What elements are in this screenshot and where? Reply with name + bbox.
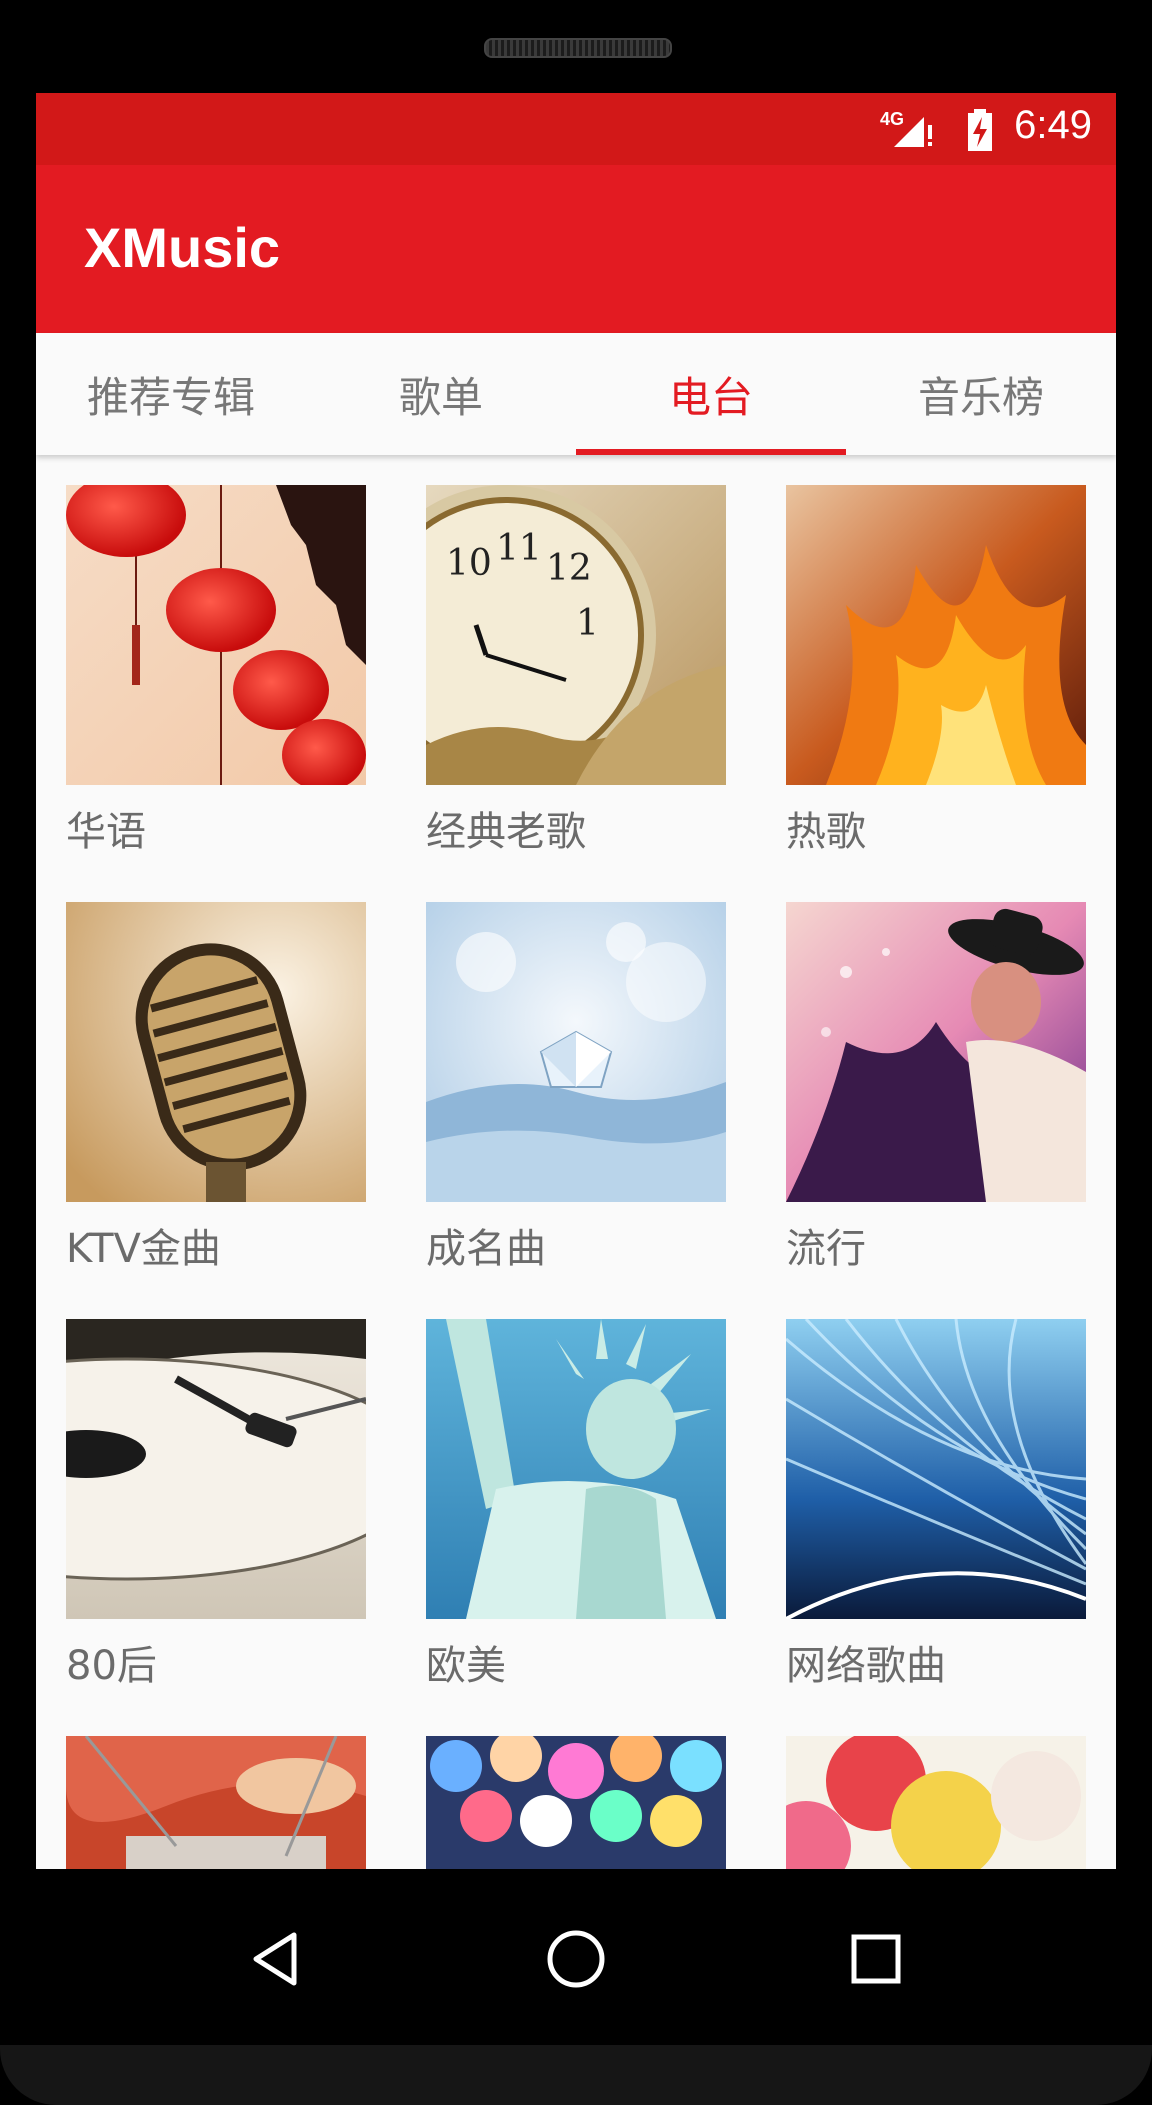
- tab-recommended-albums[interactable]: 推荐专辑: [36, 333, 306, 455]
- radio-card-internet-songs[interactable]: 网络歌曲: [786, 1319, 1086, 1719]
- card-label: 网络歌曲: [786, 1643, 946, 1689]
- app-title: XMusic: [84, 216, 281, 279]
- svg-text:11: 11: [496, 528, 542, 569]
- card-label: 成名曲: [426, 1226, 546, 1272]
- card-label: 流行: [786, 1226, 866, 1272]
- radio-card-bokeh[interactable]: [426, 1736, 726, 1869]
- radio-card-ktv-hits[interactable]: KTV金曲: [66, 902, 366, 1302]
- radio-card-balloons[interactable]: [786, 1736, 1086, 1869]
- svg-text:1: 1: [576, 603, 599, 644]
- battery-charging-icon: [956, 107, 1006, 153]
- phone-frame: 4G 6:49 XMusic 推荐专辑 歌单 电台 音乐榜 华语 10 11 1…: [0, 0, 1152, 2105]
- radio-card-chinese[interactable]: 华语: [66, 485, 366, 885]
- system-navigation-bar: [0, 1869, 1152, 2045]
- cover-turntable: [66, 1319, 366, 1619]
- app-bar: XMusic: [36, 165, 1116, 333]
- radio-card-graffiti[interactable]: [66, 1736, 366, 1869]
- app-screen: 4G 6:49 XMusic 推荐专辑 歌单 电台 音乐榜 华语 10 11 1…: [36, 93, 1116, 1869]
- cover-pocket-watch: 10 11 12 1: [426, 485, 726, 785]
- cover-diamond: [426, 902, 726, 1202]
- recents-icon[interactable]: [826, 1909, 926, 2009]
- network-type-label: 4G: [880, 109, 905, 129]
- card-label: 热歌: [786, 809, 866, 855]
- card-label: 华语: [66, 809, 146, 855]
- radio-card-pop[interactable]: 流行: [786, 902, 1086, 1302]
- signal-icon: 4G: [880, 109, 940, 151]
- svg-text:12: 12: [546, 548, 592, 589]
- tab-radio[interactable]: 电台: [576, 333, 846, 455]
- device-bottom-bezel: [0, 2045, 1152, 2105]
- radio-card-signature-songs[interactable]: 成名曲: [426, 902, 726, 1302]
- card-label: 经典老歌: [426, 809, 586, 855]
- tab-indicator: [576, 449, 846, 455]
- cover-balloons: [786, 1736, 1086, 1869]
- tab-bar: 推荐专辑 歌单 电台 音乐榜: [36, 333, 1116, 455]
- home-icon[interactable]: [526, 1909, 626, 2009]
- earpiece-speaker: [484, 38, 672, 58]
- radio-card-hot-songs[interactable]: 热歌: [786, 485, 1086, 885]
- card-label: 80后: [66, 1643, 157, 1689]
- radio-card-post-80s[interactable]: 80后: [66, 1319, 366, 1719]
- back-icon[interactable]: [226, 1909, 326, 2009]
- radio-category-grid: 华语 10 11 12 1 经典老歌 热歌 KTV金曲 成名曲 流行 80后 欧…: [36, 455, 1116, 1869]
- radio-card-western[interactable]: 欧美: [426, 1319, 726, 1719]
- cover-microphone: [66, 902, 366, 1202]
- card-label: KTV金曲: [66, 1226, 221, 1272]
- cover-bokeh-lights: [426, 1736, 726, 1869]
- tab-playlists[interactable]: 歌单: [306, 333, 576, 455]
- status-bar: 4G 6:49: [36, 93, 1116, 165]
- cover-graffiti: [66, 1736, 366, 1869]
- card-label: 欧美: [426, 1643, 506, 1689]
- cover-red-lanterns: [66, 485, 366, 785]
- cover-fire: [786, 485, 1086, 785]
- tab-charts[interactable]: 音乐榜: [846, 333, 1116, 455]
- cover-dancer: [786, 902, 1086, 1202]
- radio-card-classic-oldies[interactable]: 10 11 12 1 经典老歌: [426, 485, 726, 885]
- status-time: 6:49: [1014, 103, 1092, 147]
- svg-text:10: 10: [446, 543, 492, 584]
- cover-light-tunnel: [786, 1319, 1086, 1619]
- cover-statue-of-liberty: [426, 1319, 726, 1619]
